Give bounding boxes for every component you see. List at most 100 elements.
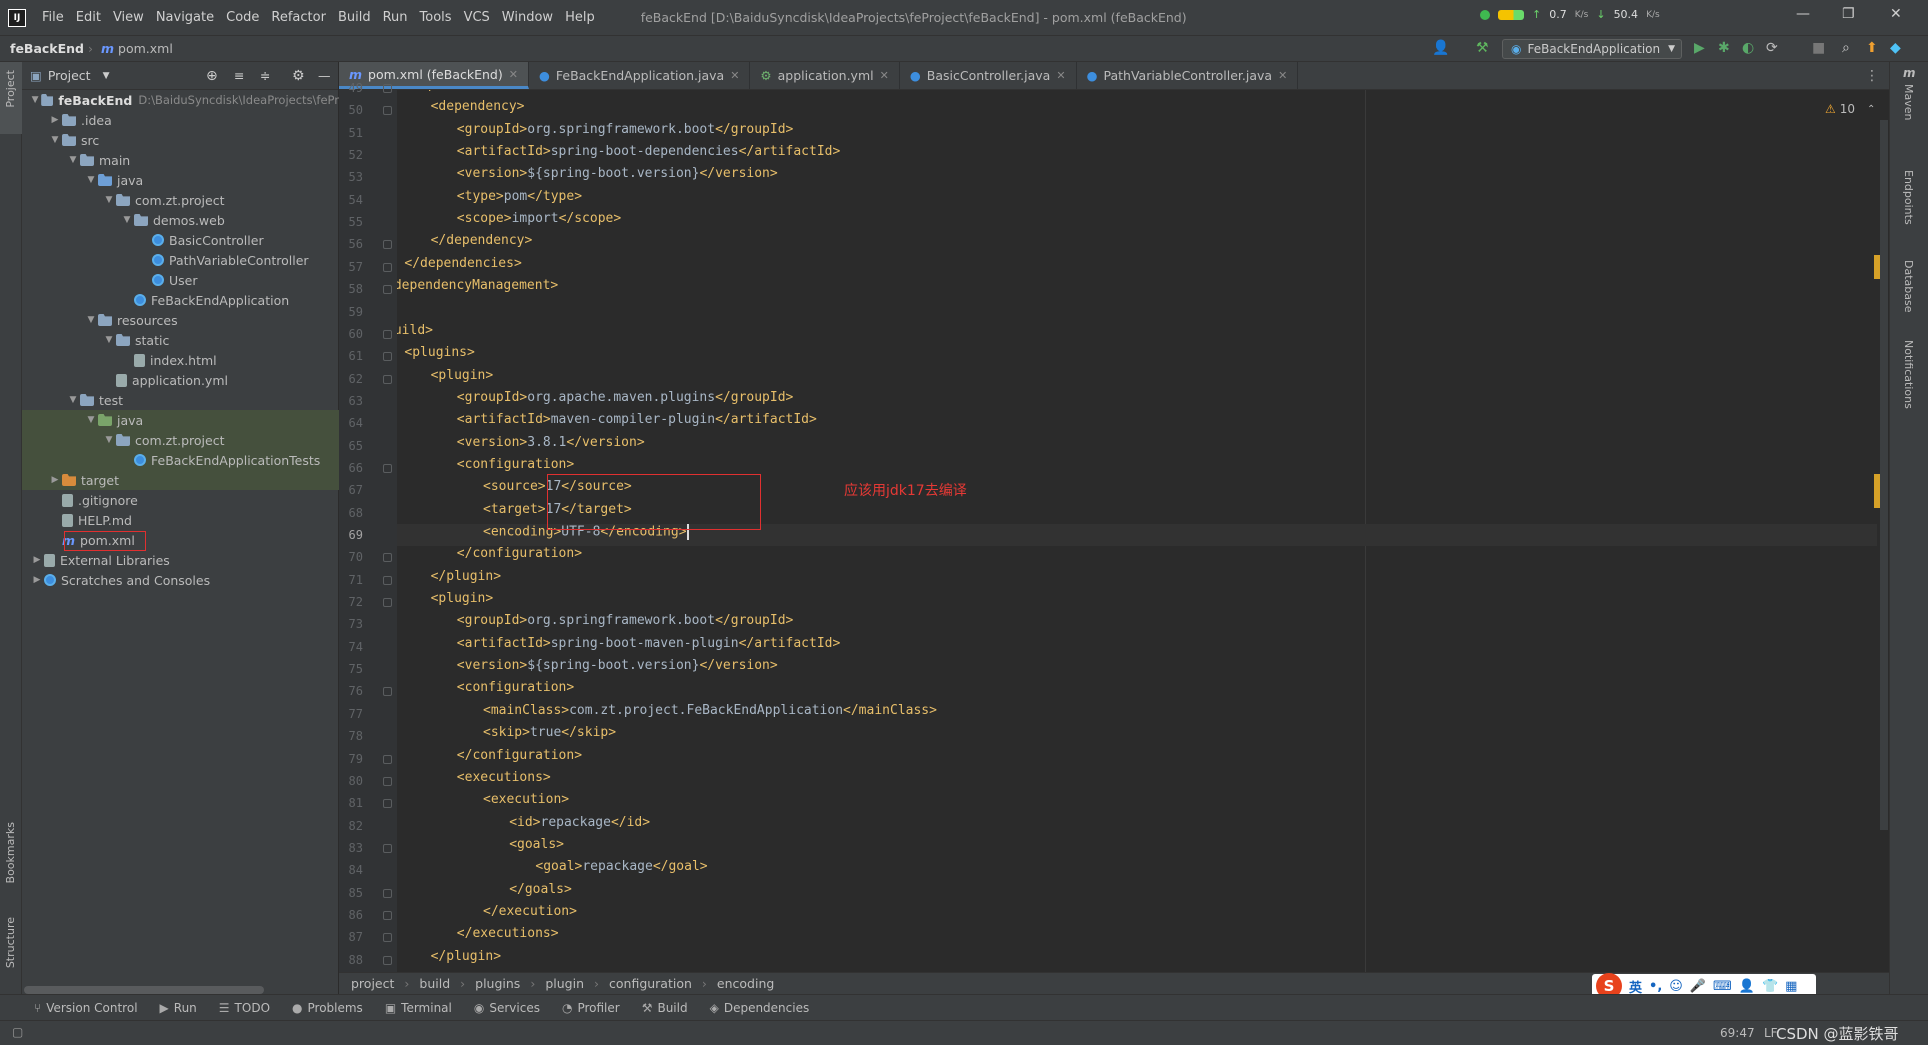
fold-marker-icon[interactable] bbox=[383, 374, 392, 384]
fold-marker-icon[interactable] bbox=[383, 106, 392, 116]
chevron-right-icon[interactable]: ▶ bbox=[48, 115, 62, 125]
tree-item[interactable]: ▼ com.zt.project bbox=[22, 190, 339, 210]
menu-navigate[interactable]: Navigate bbox=[150, 10, 220, 25]
close-tab-icon[interactable]: ✕ bbox=[1278, 69, 1287, 82]
fold-marker-icon[interactable] bbox=[383, 754, 392, 764]
stop-icon[interactable]: ■ bbox=[1812, 40, 1825, 56]
tree-item[interactable]: .gitignore bbox=[22, 490, 339, 510]
hide-icon[interactable]: — bbox=[318, 68, 331, 83]
tool-window-database[interactable]: Database bbox=[1902, 260, 1915, 313]
menu-file[interactable]: File bbox=[36, 10, 70, 25]
tool-build[interactable]: ⚒ Build bbox=[642, 1001, 688, 1015]
inspection-widget[interactable]: ⚠ 10 ⌃ ⌄ bbox=[1825, 102, 1889, 116]
chevron-right-icon[interactable]: ▶ bbox=[30, 575, 44, 585]
tool-run[interactable]: ▶ Run bbox=[160, 1001, 197, 1015]
menu-run[interactable]: Run bbox=[377, 10, 414, 25]
fold-marker-icon[interactable] bbox=[383, 955, 392, 965]
fold-marker-icon[interactable] bbox=[383, 776, 392, 786]
chevron-down-icon[interactable]: ▼ bbox=[66, 155, 80, 165]
tree-item[interactable]: ▼ src bbox=[22, 130, 339, 150]
fold-marker-icon[interactable] bbox=[383, 240, 392, 250]
fold-marker-icon[interactable] bbox=[383, 910, 392, 920]
close-tab-icon[interactable]: ✕ bbox=[509, 68, 518, 81]
fold-marker-icon[interactable] bbox=[383, 463, 392, 473]
editor-tab[interactable]: ● FeBackEndApplication.java ✕ bbox=[529, 62, 751, 89]
tree-item[interactable]: FeBackEndApplication bbox=[22, 290, 339, 310]
tree-item[interactable]: ▼ static bbox=[22, 330, 339, 350]
menu-view[interactable]: View bbox=[107, 10, 150, 25]
tree-item[interactable]: index.html bbox=[22, 350, 339, 370]
user-icon[interactable]: 👤 bbox=[1739, 979, 1755, 994]
tree-item[interactable]: User bbox=[22, 270, 339, 290]
tree-item[interactable]: application.yml bbox=[22, 370, 339, 390]
code-editor[interactable]: <dependencies><dependency> <groupId>org.s… bbox=[397, 90, 1889, 972]
tree-item[interactable]: ▼ main bbox=[22, 150, 339, 170]
horizontal-scrollbar[interactable] bbox=[24, 986, 264, 994]
breadcrumb-item[interactable]: plugins bbox=[475, 976, 520, 991]
chevron-down-icon[interactable]: ▼ bbox=[103, 71, 110, 81]
fold-marker-icon[interactable] bbox=[383, 285, 392, 295]
tool-window-structure[interactable]: Structure bbox=[4, 917, 17, 968]
tool-profiler[interactable]: ◔ Profiler bbox=[562, 1001, 620, 1015]
tree-item[interactable]: ▶ External Libraries bbox=[22, 550, 339, 570]
menu-window[interactable]: Window bbox=[496, 10, 559, 25]
breadcrumb-item[interactable]: encoding bbox=[717, 976, 774, 991]
tree-item[interactable]: ▶ Scratches and Consoles bbox=[22, 570, 339, 590]
tree-item[interactable]: ▼ resources bbox=[22, 310, 339, 330]
collapse-all-icon[interactable]: ≑ bbox=[260, 68, 270, 83]
tool-services[interactable]: ◉ Services bbox=[474, 1001, 540, 1015]
breadcrumb-item[interactable]: plugin bbox=[545, 976, 584, 991]
punctuation-icon[interactable]: •, bbox=[1649, 979, 1662, 994]
coverage-icon[interactable]: ◐ bbox=[1742, 40, 1754, 56]
chevron-right-icon[interactable]: ▶ bbox=[30, 555, 44, 565]
fold-marker-icon[interactable] bbox=[383, 553, 392, 563]
emoji-icon[interactable]: ☺ bbox=[1669, 979, 1683, 994]
run-config-select[interactable]: ◉ FeBackEndApplication ▼ bbox=[1502, 39, 1682, 59]
chevron-down-icon[interactable]: ▼ bbox=[102, 435, 116, 445]
close-icon[interactable]: ✕ bbox=[1890, 6, 1902, 22]
layout-icon[interactable]: ▢ bbox=[12, 1025, 23, 1039]
chevron-down-icon[interactable]: ▼ bbox=[84, 175, 98, 185]
menu-code[interactable]: Code bbox=[220, 10, 265, 25]
fold-marker-icon[interactable] bbox=[383, 262, 392, 272]
tree-item[interactable]: HELP.md bbox=[22, 510, 339, 530]
fold-marker-icon[interactable] bbox=[383, 352, 392, 362]
tool-todo[interactable]: ☰ TODO bbox=[219, 1001, 270, 1015]
fold-marker-icon[interactable] bbox=[383, 687, 392, 697]
search-icon[interactable]: ⌕ bbox=[1842, 40, 1850, 56]
more-tabs-icon[interactable]: ⋮ bbox=[1865, 68, 1879, 84]
menu-help[interactable]: Help bbox=[559, 10, 601, 25]
chevron-down-icon[interactable]: ▼ bbox=[84, 315, 98, 325]
tool-problems[interactable]: ● Problems bbox=[292, 1001, 363, 1015]
close-tab-icon[interactable]: ✕ bbox=[880, 69, 889, 82]
cursor-position[interactable]: 69:47 bbox=[1720, 1026, 1755, 1040]
menu-edit[interactable]: Edit bbox=[70, 10, 107, 25]
restore-icon[interactable]: ❐ bbox=[1842, 6, 1855, 22]
tree-item[interactable]: ▼ feBackEnd D:\BaiduSyncdisk\IdeaProjects\… bbox=[22, 90, 339, 110]
update-icon[interactable]: ⬆ bbox=[1866, 40, 1878, 56]
close-tab-icon[interactable]: ✕ bbox=[1056, 69, 1065, 82]
tool-window-maven[interactable]: Maven bbox=[1902, 84, 1915, 120]
menu-vcs[interactable]: VCS bbox=[458, 10, 496, 25]
breadcrumb-item[interactable]: project bbox=[351, 976, 394, 991]
tree-item[interactable]: ▶ target bbox=[22, 470, 339, 490]
fold-marker-icon[interactable] bbox=[383, 888, 392, 898]
fold-marker-icon[interactable] bbox=[383, 598, 392, 608]
plugin-icon[interactable]: ◆ bbox=[1890, 40, 1901, 56]
fold-marker-icon[interactable] bbox=[383, 933, 392, 943]
user-icon[interactable]: 👤 bbox=[1432, 40, 1449, 56]
fold-marker-icon[interactable] bbox=[383, 799, 392, 809]
fold-marker-icon[interactable] bbox=[383, 843, 392, 853]
chevron-down-icon[interactable]: ▼ bbox=[48, 135, 62, 145]
minimize-icon[interactable]: — bbox=[1796, 6, 1810, 22]
vertical-scrollbar[interactable] bbox=[1880, 120, 1888, 830]
ime-mode[interactable]: 英 bbox=[1629, 977, 1642, 996]
editor-tab[interactable]: ● PathVariableController.java ✕ bbox=[1077, 62, 1299, 89]
tree-item[interactable]: ▼ com.zt.project bbox=[22, 430, 339, 450]
tree-item[interactable]: ▼ java bbox=[22, 170, 339, 190]
gear-icon[interactable]: ⚙ bbox=[292, 68, 305, 84]
chevron-down-icon[interactable]: ▼ bbox=[120, 215, 134, 225]
close-tab-icon[interactable]: ✕ bbox=[730, 69, 739, 82]
tree-item[interactable]: ▼ test bbox=[22, 390, 339, 410]
toolbox-icon[interactable]: ▦ bbox=[1785, 979, 1797, 994]
